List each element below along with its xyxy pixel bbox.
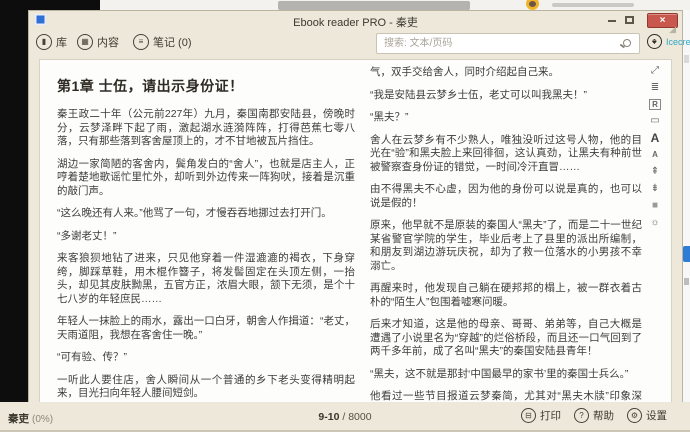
paragraph: 气，双手交给舍人，同时介绍起自己来。 (370, 66, 559, 78)
background-window-right-sliver (683, 10, 690, 432)
left-page-text: 秦王政二十年（公元前227年）九月，秦国南郡安陆县，傍晚时分，云梦泽畔下起了雨，… (57, 108, 355, 403)
minimize-button[interactable] (608, 20, 616, 22)
paragraph: “这么晚还有人来。”他骂了一句，才慢吞吞地挪过去打开门。 (57, 207, 332, 219)
paragraph: 原来，他早就不是原装的秦国人“黑夫”了，而是二十一世纪某省警官学院的学生，毕业后… (370, 219, 642, 272)
paragraph: 秦王政二十年（公元前227年）九月，秦国南郡安陆县，傍晚时分，云梦泽畔下起了雨，… (57, 108, 355, 147)
ebook-reader-window: Ebook reader PRO - 秦吏 × ▮ 库 ▦ 内容 ≡ 笔记 (0… (28, 10, 690, 432)
title-bar: Ebook reader PRO - 秦吏 × (29, 11, 682, 29)
notes-icon: ≡ (133, 34, 149, 50)
library-label: 库 (56, 37, 67, 49)
paragraph: 舍人在云梦乡有不少熟人，唯独没听过这号人物，他的目光在“验”和黑夫脸上来回徘徊，… (370, 133, 642, 173)
font-increase-icon[interactable]: A (651, 132, 660, 144)
background-mark (684, 55, 689, 63)
paragraph: 由不得黑夫不心虚，因为他的身份可以说是真的，也可以说是假的！ (370, 183, 642, 209)
background-text-sliver (552, 3, 634, 7)
paragraph: 再醒来时，他发现自己躺在硬邦邦的榻上，被一群衣着古朴的“陌生人”包围着嘘寒问暖。 (370, 282, 642, 308)
background-blue-button-sliver (683, 246, 690, 262)
contents-label: 内容 (97, 37, 119, 49)
settings-label: 设置 (646, 410, 667, 422)
screen: Ebook reader PRO - 秦吏 × ▮ 库 ▦ 内容 ≡ 笔记 (0… (0, 0, 690, 432)
settings-icon: ⚙ (627, 408, 642, 423)
annotation-icon[interactable]: ▭ (650, 115, 659, 127)
reading-panel: 第1章 士伍，请出示身份证！ 秦王政二十年（公元前227年）九月，秦国南郡安陆县… (39, 59, 672, 404)
contents-icon: ▦ (77, 34, 93, 50)
search-box (376, 33, 640, 54)
paragraph: 一听此人要住店，舍人瞬间从一个普通的乡下老头变得精明起来，目光扫向年轻人腰间短剑… (57, 373, 355, 400)
brand-label: Icecream.me (666, 36, 690, 47)
print-button[interactable]: ⊟ 打印 (521, 408, 561, 423)
rotate-page-icon[interactable]: R (649, 99, 661, 110)
line-spacing-increase-icon[interactable]: ⇞ (651, 166, 659, 178)
line-spacing-decrease-icon[interactable]: ⇟ (651, 183, 659, 195)
search-input[interactable] (377, 34, 639, 53)
page-layout-icon[interactable]: ≣ (651, 82, 659, 94)
desktop-background-top (28, 0, 100, 10)
background-avatar (526, 0, 539, 10)
desktop-background-left (0, 0, 28, 400)
font-decrease-icon[interactable]: A (652, 149, 658, 161)
brightness-icon[interactable]: ☼ (650, 217, 659, 229)
contents-button[interactable]: ▦ 内容 (77, 34, 119, 50)
paragraph: “多谢老丈！” (57, 229, 117, 242)
search-icon[interactable] (623, 39, 631, 47)
background-mark (684, 278, 689, 285)
library-icon: ▮ (36, 34, 52, 50)
brand-logo[interactable]: ♠ Icecream.me (647, 34, 690, 49)
chapter-title: 第1章 士伍，请出示身份证！ (57, 78, 244, 94)
statusbar-buttons: ⊟ 打印 ? 帮助 ⚙ 设置 (521, 408, 667, 423)
library-button[interactable]: ▮ 库 (36, 34, 67, 50)
background-blurred-content (278, 1, 470, 10)
total-pages: / 8000 (339, 411, 372, 423)
paragraph: “黑夫？” (370, 111, 409, 123)
right-page-text: 气，双手交给舍人，同时介绍起自己来。 “我是安陆县云梦乡士伍，老丈可以叫我黑夫！”… (370, 66, 642, 403)
resize-grip[interactable]: ◢ (669, 24, 676, 35)
help-icon: ? (574, 408, 589, 423)
background-color-icon[interactable]: ■ (652, 200, 658, 212)
book-page-right: 气，双手交给舍人，同时介绍起自己来。 “我是安陆县云梦乡士伍，老丈可以叫我黑夫！”… (370, 66, 642, 403)
print-icon: ⊟ (521, 408, 536, 423)
help-label: 帮助 (593, 410, 614, 422)
paragraph: 年轻人一抹脸上的雨水，露出一口白牙，朝舍人作揖道：“老丈，天雨道阻，我想在客舍住… (57, 315, 355, 341)
toolbar: ▮ 库 ▦ 内容 ≡ 笔记 (0) ♠ Icecream.me (29, 29, 690, 59)
paragraph: 来客狼狈地钻了进来，只见他穿着一件湿漉漉的褐衣，下身穿绔，脚踩草鞋，用木棍作簪子… (57, 252, 355, 305)
notes-label: 笔记 (0) (153, 37, 192, 49)
fullscreen-icon[interactable]: ⤢ (651, 65, 659, 77)
help-button[interactable]: ? 帮助 (574, 408, 614, 423)
icecream-logo-icon: ♠ (647, 34, 662, 49)
paragraph: “我是安陆县云梦乡士伍，老丈可以叫我黑夫！” (370, 88, 587, 101)
settings-button[interactable]: ⚙ 设置 (627, 408, 667, 423)
status-bar: 秦吏 (0%) 9-10 / 8000 ⊟ 打印 ? 帮助 ⚙ 设置 (0, 402, 690, 432)
notes-button[interactable]: ≡ 笔记 (0) (133, 34, 192, 50)
paragraph: 湖边一家简陋的客舍内，鬓角发白的“舍人”，也就是店主人，正哼着楚地歌谣忙里忙外，… (57, 157, 355, 197)
paragraph: 后来才知道，这是他的母亲、哥哥、弟弟等，自己大概是遭遇了小说里名为“穿越”的烂俗… (370, 318, 642, 357)
view-settings-strip: ⤢ ≣ R ▭ A A ⇞ ⇟ ■ ☼ (642, 65, 668, 229)
print-label: 打印 (540, 410, 561, 422)
maximize-button[interactable] (625, 16, 634, 24)
book-page-left: 第1章 士伍，请出示身份证！ 秦王政二十年（公元前227年）九月，秦国南郡安陆县… (57, 76, 355, 403)
paragraph: “可有验、传？” (57, 351, 127, 363)
window-title: Ebook reader PRO - 秦吏 (293, 17, 418, 29)
current-pages: 9-10 (318, 411, 340, 423)
background-window-top-sliver (100, 0, 690, 10)
paragraph: “黑夫，这不就是那封‘中国最早的家书’里的秦国士兵么。” (370, 367, 629, 380)
